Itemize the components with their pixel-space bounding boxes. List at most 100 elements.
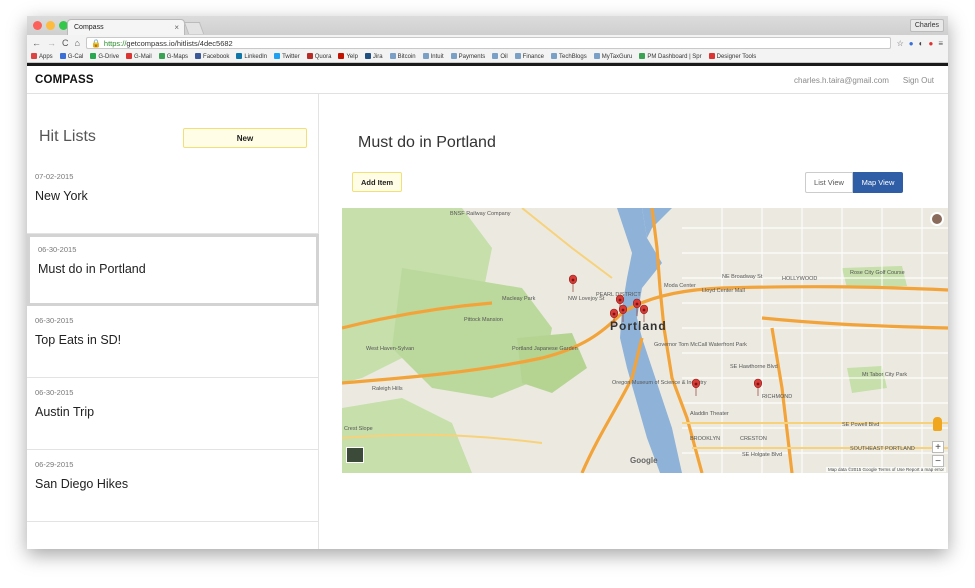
hit-lists-sidebar: Hit Lists New 07-02-2015 New York 06-30-… (27, 94, 319, 549)
bookmark-label: TechBlogs (559, 54, 587, 60)
new-tab-button[interactable] (183, 22, 205, 34)
hit-list-date: 06-29-2015 (35, 460, 74, 469)
google-logo: Google (630, 456, 658, 465)
browser-tab[interactable]: Compass × (67, 19, 185, 35)
map-label: NE Broadway St (722, 274, 763, 280)
view-toggle: List View Map View (805, 172, 903, 193)
tab-bar: Compass × Charles (27, 16, 948, 35)
bookmark-item[interactable]: Intuit (422, 53, 444, 60)
bookmark-icon (593, 53, 600, 59)
extension-icon[interactable]: ● (909, 39, 914, 48)
bookmark-item[interactable]: Jira (364, 53, 383, 60)
list-view-button[interactable]: List View (805, 172, 853, 193)
bookmark-icon (31, 53, 37, 59)
map-view-button[interactable]: Map View (853, 172, 903, 193)
back-icon[interactable]: ← (32, 38, 41, 48)
bookmark-icon (514, 53, 521, 59)
map-label: Crest Slope (344, 426, 373, 432)
bookmark-item[interactable]: Yelp (338, 53, 358, 60)
hit-list-item[interactable]: 07-02-2015 New York (27, 162, 319, 234)
map-label: RICHMOND (762, 394, 792, 400)
bookmark-icon (422, 53, 429, 59)
satellite-toggle[interactable] (346, 447, 364, 463)
bookmark-label: Intuit (430, 54, 444, 60)
url-input[interactable]: 🔒 https://getcompass.io/hitlists/4dec568… (85, 37, 891, 49)
bookmark-item[interactable]: Payments (450, 53, 486, 60)
bookmark-item[interactable]: Oil (492, 53, 508, 60)
home-icon[interactable]: ⌂ (75, 38, 80, 48)
bookmark-label: Payments (458, 54, 486, 60)
hit-list-item[interactable]: 06-30-2015 Top Eats in SD! (27, 306, 319, 378)
bookmark-label: G-Mail (134, 54, 152, 60)
add-item-button[interactable]: Add Item (352, 172, 402, 192)
bookmark-item[interactable]: Designer Tools (708, 53, 757, 60)
tab-close-icon[interactable]: × (174, 23, 179, 32)
map-label: Macleay Park (502, 296, 536, 302)
reload-icon[interactable]: C (62, 38, 69, 48)
map-label: Moda Center (664, 283, 696, 289)
hit-list-item[interactable]: 06-29-2015 San Diego Hikes (27, 450, 319, 522)
bookmark-item[interactable]: Quora (306, 53, 332, 60)
bookmark-icon (708, 53, 715, 59)
bookmark-item[interactable]: G-Cal (59, 53, 83, 60)
user-avatar[interactable] (930, 212, 944, 226)
bookmark-item[interactable]: Apps (31, 53, 53, 60)
bookmark-icon (195, 53, 202, 59)
zoom-out-button[interactable]: − (932, 455, 944, 467)
pegman-icon[interactable] (933, 417, 942, 431)
bookmarks-bar: Apps G-Cal G-Drive G-Mail G-Maps Facebook Link… (27, 51, 948, 63)
map-city-label: Portland (610, 319, 667, 333)
star-icon[interactable]: ☆ (897, 39, 904, 48)
bookmark-item[interactable]: Finance (514, 53, 544, 60)
bookmark-label: Jira (372, 54, 383, 60)
map-label: Rose City Golf Course (850, 270, 905, 276)
bookmark-label: Facebook (203, 54, 230, 60)
map[interactable]: BNSF Railway Company Moda Center Lloyd C… (342, 208, 948, 473)
bookmark-icon (274, 53, 281, 59)
bookmark-label: Yelp (346, 54, 358, 60)
zoom-in-button[interactable]: + (932, 441, 944, 453)
hit-list-name: Top Eats in SD! (35, 333, 122, 347)
map-label: CRESTON (740, 436, 767, 442)
bookmark-label: Designer Tools (716, 54, 757, 60)
bookmark-item[interactable]: G-Mail (126, 53, 152, 60)
bookmark-item[interactable]: LinkedIn (236, 53, 267, 60)
bookmark-item[interactable]: Bitcoin (389, 53, 416, 60)
bookmark-label: Bitcoin (397, 54, 416, 60)
bookmark-item[interactable]: Facebook (195, 53, 229, 60)
bookmark-item[interactable]: TechBlogs (551, 53, 587, 60)
user-email-link[interactable]: charles.h.taira@gmail.com (794, 76, 889, 85)
menu-icon[interactable]: ≡ (938, 39, 943, 48)
map-label: SE Hawthorne Blvd (730, 364, 778, 370)
hit-list-name: New York (35, 189, 88, 203)
sign-out-link[interactable]: Sign Out (903, 76, 934, 85)
close-window-icon[interactable] (33, 21, 42, 30)
map-label: BNSF Railway Company (450, 211, 511, 217)
extension-icon[interactable]: ◐ (919, 39, 924, 48)
hit-list-date: 07-02-2015 (35, 172, 74, 181)
bookmark-label: Quora (314, 54, 332, 60)
bookmark-item[interactable]: G-Maps (158, 53, 188, 60)
forward-icon[interactable]: → (47, 38, 56, 48)
hit-list-item-selected[interactable]: 06-30-2015 Must do in Portland (27, 234, 319, 306)
map-attribution[interactable]: Map data ©2015 Google Terms of Use Repor… (825, 467, 946, 472)
brand-logo[interactable]: COMPASS (35, 74, 94, 86)
map-label: Mt Tabor City Park (862, 372, 907, 378)
hit-list-item[interactable]: 06-30-2015 Austin Trip (27, 378, 319, 450)
url-scheme: https:// (103, 38, 127, 48)
bookmark-item[interactable]: PM Dashboard | Spr (639, 53, 702, 60)
bookmark-icon (126, 53, 133, 59)
bookmark-icon (306, 53, 313, 59)
bookmark-icon (158, 53, 165, 59)
bookmark-item[interactable]: G-Drive (90, 53, 119, 60)
minimize-window-icon[interactable] (46, 21, 55, 30)
extension-icon[interactable]: ● (928, 39, 933, 48)
bookmark-item[interactable]: MyTaxGuru (593, 53, 633, 60)
hit-list-name: Austin Trip (35, 405, 95, 419)
bookmark-item[interactable]: Twitter (274, 53, 300, 60)
bookmark-icon (389, 53, 396, 59)
new-hit-list-button[interactable]: New (183, 128, 307, 148)
profile-button[interactable]: Charles (909, 19, 944, 32)
extensions: ☆ ● ◐ ● ≡ (897, 39, 943, 48)
bookmark-label: MyTaxGuru (601, 54, 633, 60)
